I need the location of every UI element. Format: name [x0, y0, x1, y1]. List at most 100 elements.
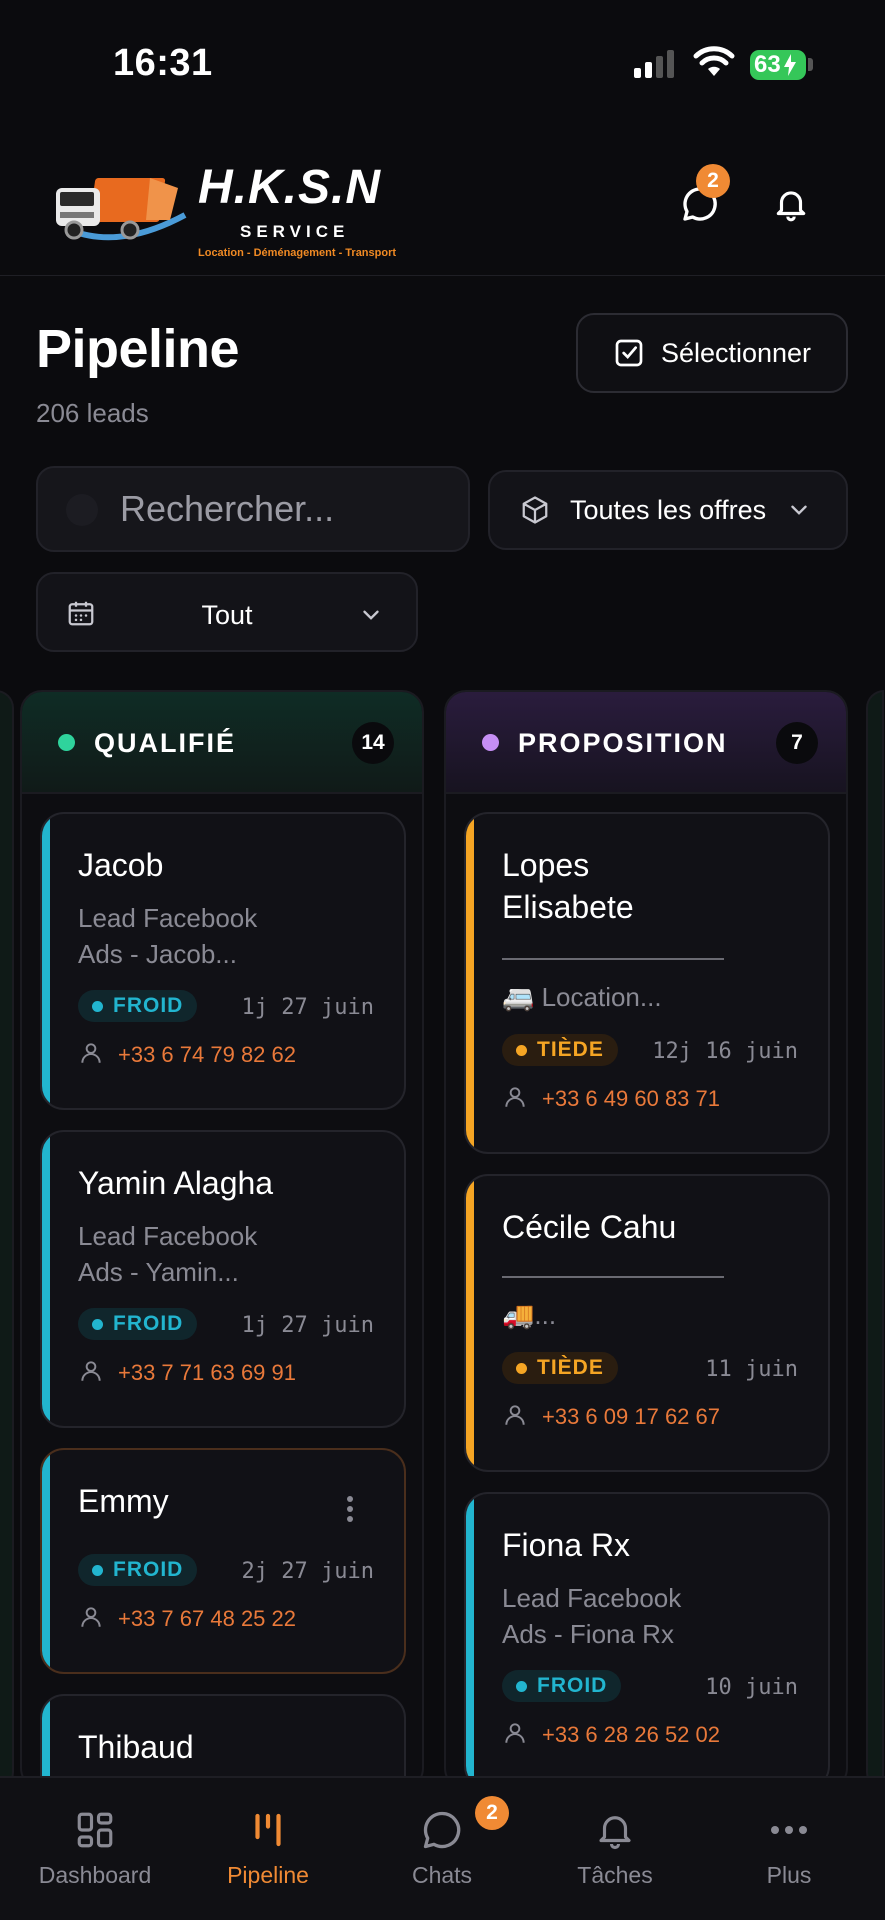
logo-title: H.K.S.N [198, 161, 382, 214]
card-divider [502, 958, 724, 960]
chat-bubble-icon [423, 1811, 461, 1849]
card-accent-bar [466, 1176, 474, 1470]
nav-label: Dashboard [38, 1862, 152, 1888]
temperature-badge: FROID [78, 990, 198, 1022]
app-header: H.K.S.N SERVICE Location - Déménagement … [0, 140, 885, 276]
card-accent-bar [42, 1450, 50, 1672]
lead-offer: 🚚... [502, 1300, 557, 1330]
more-dots-icon [771, 1826, 807, 1834]
lead-phone[interactable]: +33 7 67 48 25 22 [118, 1606, 296, 1632]
status-dot [482, 734, 499, 751]
lead-phone[interactable]: +33 7 71 63 69 91 [118, 1360, 296, 1386]
lead-phone[interactable]: +33 6 74 79 82 62 [118, 1042, 296, 1068]
user-icon [505, 1087, 525, 1107]
lead-card[interactable]: Jacob Lead Facebook Ads - Jacob... FROID… [40, 812, 406, 1110]
card-accent-bar [466, 1494, 474, 1788]
lead-description: Lead Facebook Ads - Fiona Rx [502, 1583, 682, 1649]
temperature-badge: FROID [78, 1554, 198, 1586]
lead-phone[interactable]: +33 6 49 60 83 71 [542, 1086, 720, 1112]
lead-phone[interactable]: +33 6 28 26 52 02 [542, 1722, 720, 1748]
lead-card[interactable]: Fiona Rx Lead Facebook Ads - Fiona Rx FR… [464, 1492, 830, 1788]
temperature-label: TIÈDE [537, 1356, 604, 1379]
lead-card[interactable]: Emmy FROID 2j 27 juin +33 7 67 48 25 22 [40, 1448, 406, 1674]
column-header[interactable]: PROPOSITION 7 [446, 692, 846, 794]
user-icon [81, 1361, 101, 1381]
nav-label: Tâches [577, 1862, 653, 1888]
chevron-down-icon [791, 505, 807, 515]
lead-description: Lead Facebook Ads - Jacob... [78, 903, 258, 969]
search-input[interactable] [120, 468, 460, 550]
status-dot [58, 734, 75, 751]
column-count: 14 [352, 722, 394, 764]
lead-date: 1j 27 juin [241, 995, 374, 1020]
logo-tagline: Location - Déménagement - Transport [198, 247, 397, 259]
nav-dashboard[interactable]: Dashboard [20, 1808, 170, 1889]
nav-more[interactable]: Plus [714, 1808, 864, 1889]
more-options-icon[interactable] [346, 1496, 354, 1522]
temperature-label: FROID [113, 1312, 184, 1335]
lead-card[interactable]: Lopes Elisabete 🚐 Location... TIÈDE 12j … [464, 812, 830, 1154]
package-icon [522, 496, 548, 524]
battery-tip [808, 58, 813, 71]
card-accent-bar [42, 814, 50, 1108]
lead-date: 10 juin [705, 1675, 798, 1700]
user-icon [81, 1607, 101, 1627]
card-divider [502, 1276, 724, 1278]
lead-date: 2j 27 juin [241, 1559, 374, 1584]
temperature-badge: FROID [78, 1308, 198, 1340]
company-logo[interactable]: H.K.S.N SERVICE Location - Déménagement … [50, 160, 410, 259]
card-accent-bar [42, 1132, 50, 1426]
bell-icon [599, 1816, 631, 1850]
offers-filter-dropdown[interactable]: Toutes les offres [488, 470, 848, 550]
select-button-label: Sélectionner [660, 337, 812, 368]
select-button[interactable]: Sélectionner [576, 313, 848, 393]
lead-card[interactable]: Cécile Cahu 🚚... TIÈDE 11 juin +33 6 09 … [464, 1174, 830, 1472]
lead-date: 11 juin [705, 1357, 798, 1382]
lead-count: 206 leads [36, 398, 149, 428]
messages-button[interactable]: 2 [670, 164, 730, 234]
page-title: Pipeline [36, 319, 240, 379]
checkbox-icon [615, 339, 643, 367]
lead-name: Emmy [78, 1483, 169, 1519]
lead-name: Yamin Alagha [78, 1165, 274, 1201]
chevron-down-icon [363, 610, 379, 620]
search-box[interactable] [36, 466, 470, 552]
bell-icon [776, 191, 806, 222]
lead-phone[interactable]: +33 6 09 17 62 67 [542, 1404, 720, 1430]
offers-filter-label: Toutes les offres [570, 494, 767, 525]
logo-subtitle: SERVICE [240, 222, 350, 241]
user-icon [505, 1723, 525, 1743]
temperature-badge: TIÈDE [502, 1034, 618, 1066]
lead-offer: 🚐 Location... [502, 982, 662, 1012]
temperature-label: FROID [113, 1558, 184, 1581]
search-icon [66, 494, 98, 526]
column-title: QUALIFIÉ [94, 728, 236, 758]
nav-label: Plus [766, 1862, 812, 1888]
notifications-button[interactable] [761, 174, 821, 234]
temperature-badge: TIÈDE [502, 1352, 618, 1384]
temperature-label: TIÈDE [537, 1038, 604, 1061]
status-time: 16:31 [113, 42, 213, 84]
charging-bolt-icon [784, 54, 796, 76]
nav-chats[interactable]: 2 Chats [367, 1796, 517, 1889]
nav-label: Chats [411, 1862, 473, 1888]
period-filter-dropdown[interactable]: Tout [36, 572, 418, 652]
user-icon [81, 1043, 101, 1063]
pipeline-icon [255, 1813, 281, 1847]
truck-logo-icon [56, 178, 187, 241]
temperature-label: FROID [537, 1674, 608, 1697]
column-header[interactable]: QUALIFIÉ 14 [22, 692, 422, 794]
battery-indicator: 63 [750, 50, 806, 80]
lead-name: Jacob [78, 847, 164, 883]
column-count: 7 [776, 722, 818, 764]
lead-name: Fiona Rx [502, 1527, 631, 1563]
temperature-badge: FROID [502, 1670, 622, 1702]
previous-column-edge[interactable] [0, 690, 14, 1790]
nav-pipeline[interactable]: Pipeline [193, 1808, 343, 1889]
nav-tasks[interactable]: Tâches [540, 1808, 690, 1889]
pipeline-column-proposition: PROPOSITION 7 Lopes Elisabete 🚐 Location… [444, 690, 848, 1790]
lead-name: Thibaud [78, 1729, 194, 1765]
next-column-edge[interactable] [866, 690, 884, 1790]
lead-description: Lead Facebook Ads - Yamin... [78, 1221, 258, 1287]
lead-card[interactable]: Yamin Alagha Lead Facebook Ads - Yamin..… [40, 1130, 406, 1428]
